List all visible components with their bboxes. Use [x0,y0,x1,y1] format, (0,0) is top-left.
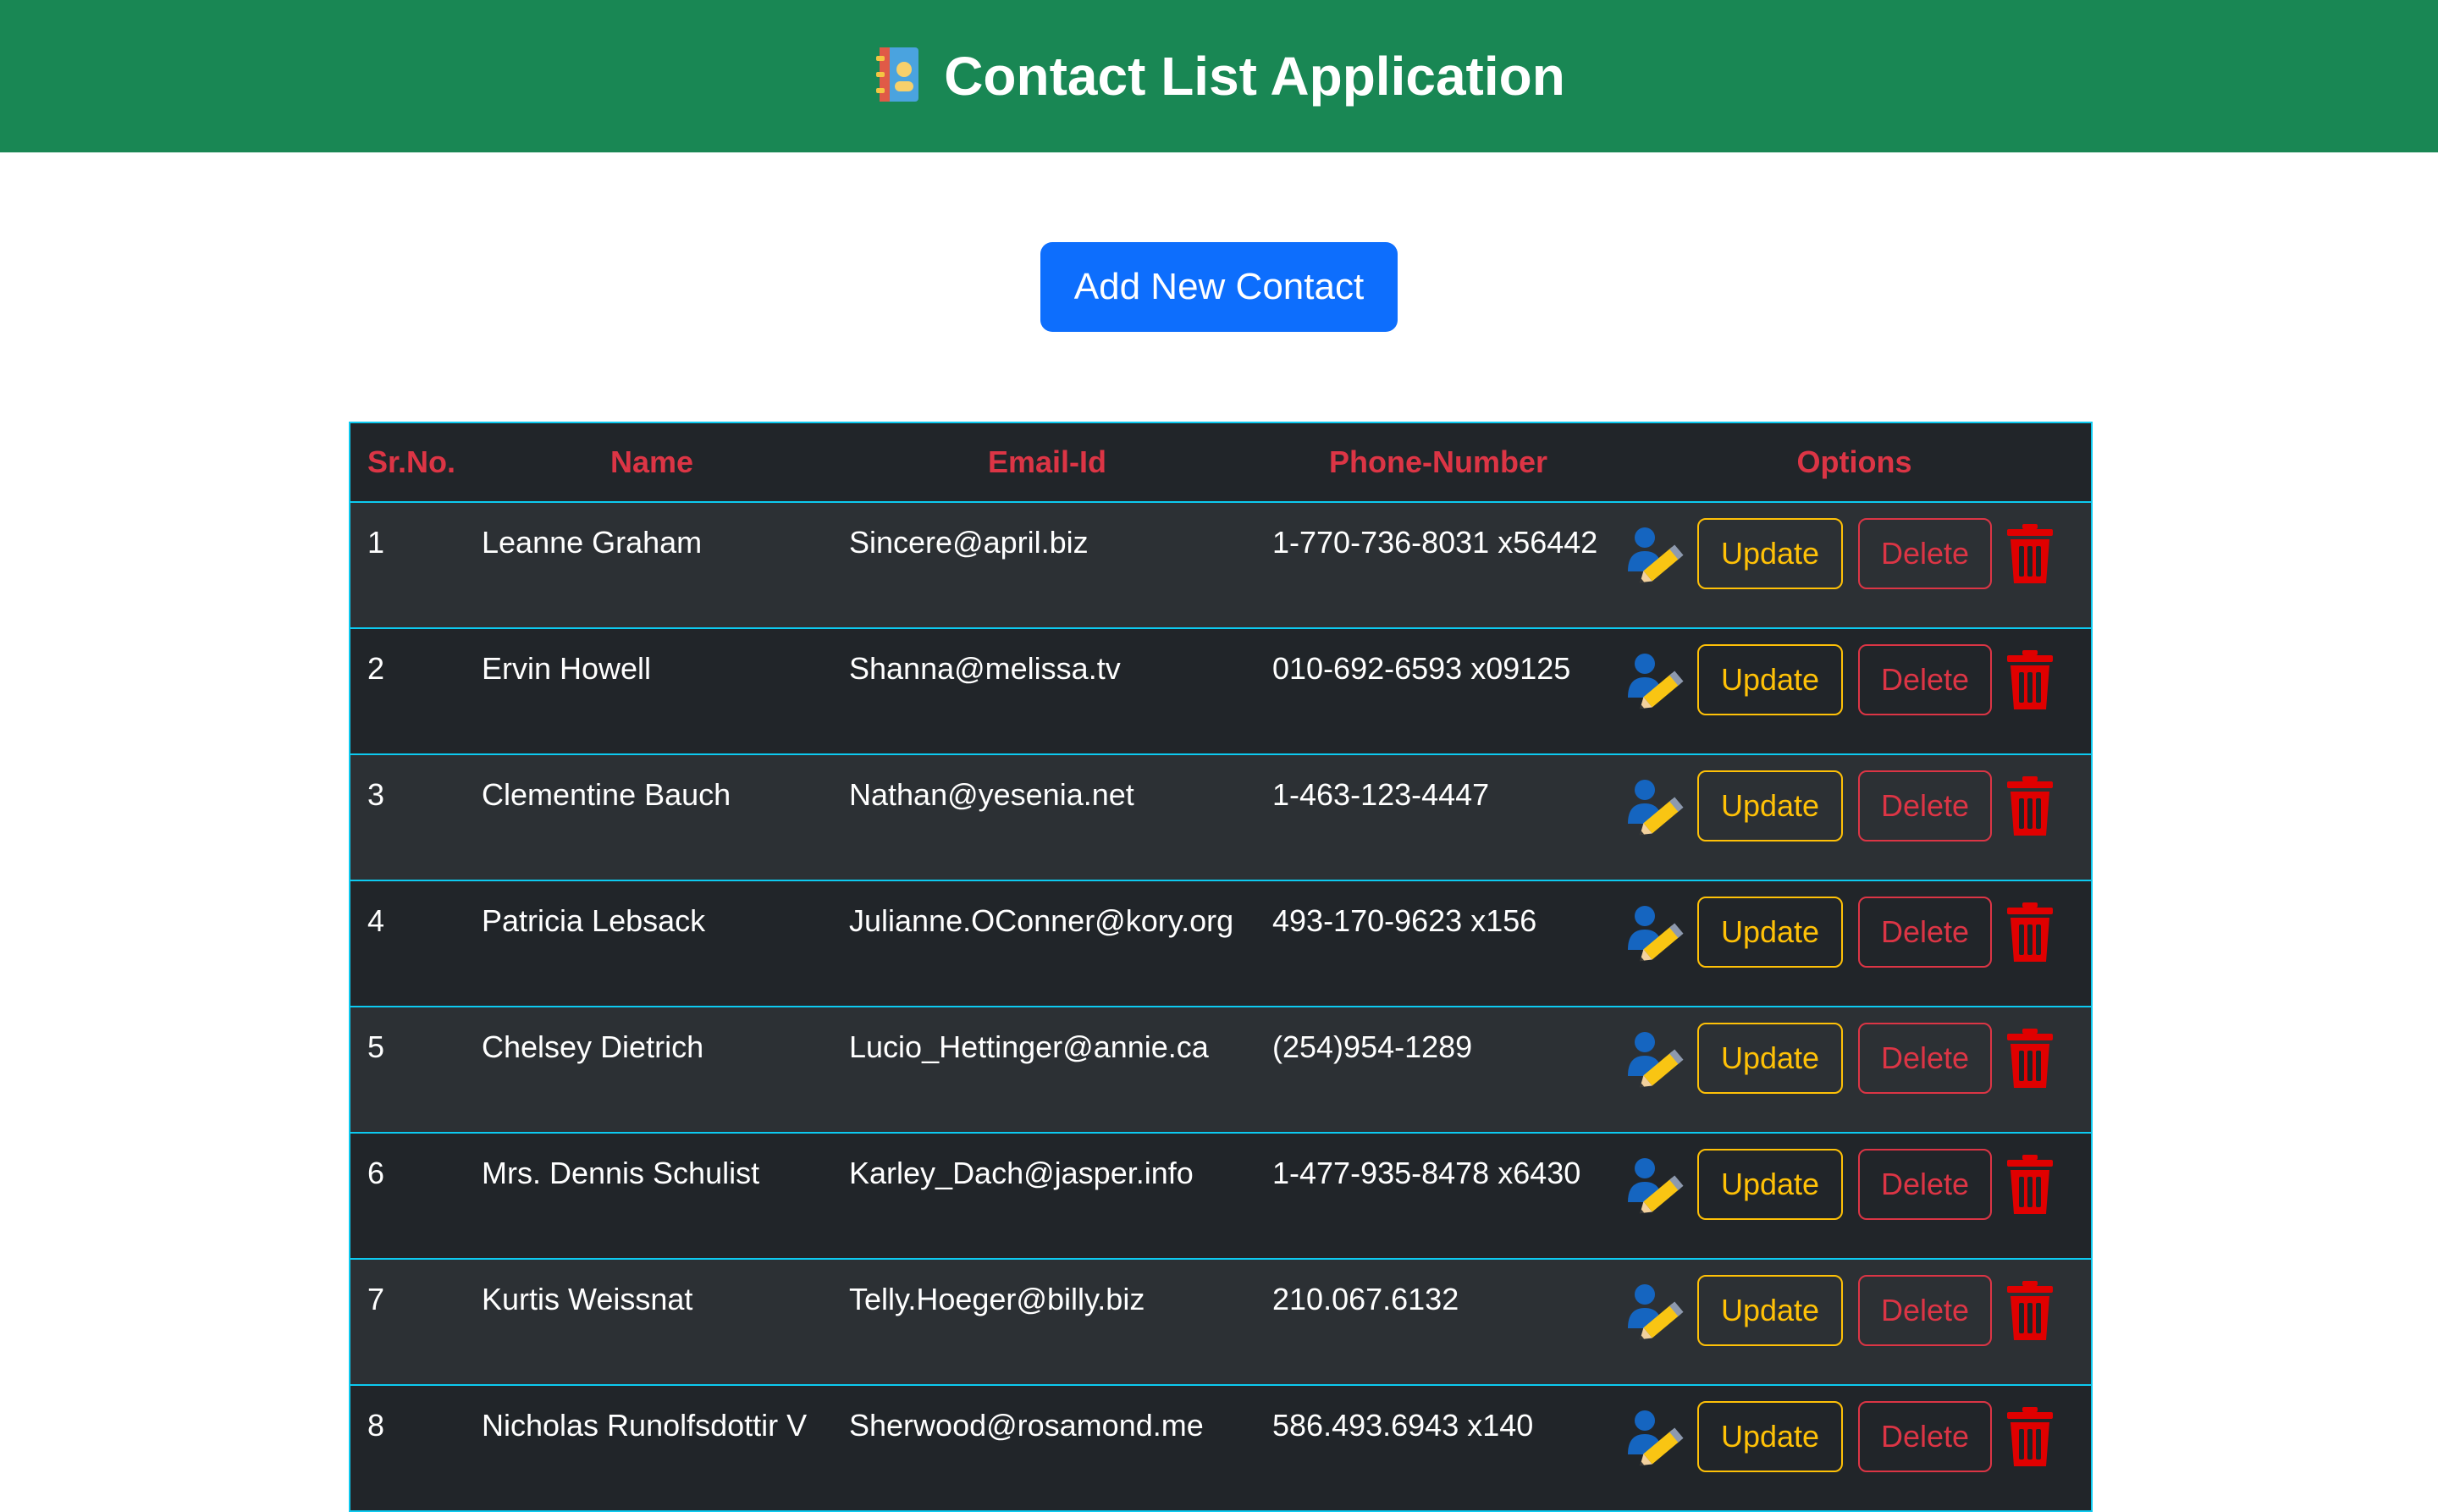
app-header: Contact List Application [0,0,2438,152]
cell-srno: 4 [350,880,468,1007]
delete-button[interactable]: Delete [1858,770,1992,842]
cell-name: Mrs. Dennis Schulist [468,1133,836,1260]
cell-name: Ervin Howell [468,628,836,755]
cell-email: Julianne.OConner@kory.org [836,880,1259,1007]
update-button[interactable]: Update [1697,644,1843,715]
update-button[interactable]: Update [1697,1275,1843,1346]
edit-user-icon[interactable] [1626,901,1685,963]
edit-user-icon[interactable] [1626,775,1685,837]
cell-phone: 1-770-736-8031 x56442 [1259,502,1618,629]
cell-srno: 1 [350,502,468,629]
cell-name: Leanne Graham [468,502,836,629]
table-row: 7 Kurtis Weissnat Telly.Hoeger@billy.biz 21… [350,1259,2092,1386]
delete-button[interactable]: Delete [1858,644,1992,715]
column-header-phone: Phone-Number [1259,422,1618,503]
delete-button[interactable]: Delete [1858,1275,1992,1346]
cell-name: Kurtis Weissnat [468,1259,836,1386]
cell-phone: 1-477-935-8478 x6430 [1259,1133,1618,1260]
contacts-table-container: Sr.No. Name Email-Id Phone-Number Option… [349,422,2093,1512]
delete-button[interactable]: Delete [1858,1023,1992,1094]
cell-phone: 1-463-123-4447 [1259,754,1618,881]
update-button[interactable]: Update [1697,1023,1843,1094]
delete-button[interactable]: Delete [1858,897,1992,968]
column-header-name: Name [468,422,836,503]
trash-icon[interactable] [2004,1405,2056,1468]
update-button[interactable]: Update [1697,518,1843,589]
cell-phone: 210.067.6132 [1259,1259,1618,1386]
cell-options: Update Delete [1618,1385,2092,1512]
cell-options: Update Delete [1618,1007,2092,1134]
delete-button[interactable]: Delete [1858,518,1992,589]
cell-srno: 5 [350,1007,468,1134]
cell-srno: 7 [350,1259,468,1386]
cell-options: Update Delete [1618,1133,2092,1260]
cell-email: Sincere@april.biz [836,502,1259,629]
trash-icon[interactable] [2004,1153,2056,1216]
cell-phone: 586.493.6943 x140 [1259,1385,1618,1512]
cell-srno: 6 [350,1133,468,1260]
table-row: 4 Patricia Lebsack Julianne.OConner@kory.o… [350,880,2092,1007]
edit-user-icon[interactable] [1626,1153,1685,1216]
cell-email: Nathan@yesenia.net [836,754,1259,881]
delete-button[interactable]: Delete [1858,1149,1992,1220]
column-header-srno: Sr.No. [350,422,468,503]
trash-icon[interactable] [2004,522,2056,585]
cell-srno: 8 [350,1385,468,1512]
cell-name: Clementine Bauch [468,754,836,881]
page-title: Contact List Application [944,46,1565,107]
table-row: 1 Leanne Graham Sincere@april.biz 1-770-736… [350,502,2092,629]
trash-icon[interactable] [2004,901,2056,963]
edit-user-icon[interactable] [1626,1405,1685,1468]
cell-options: Update Delete [1618,628,2092,755]
cell-phone: (254)954-1289 [1259,1007,1618,1134]
cell-email: Shanna@melissa.tv [836,628,1259,755]
edit-user-icon[interactable] [1626,1027,1685,1090]
cell-phone: 010-692-6593 x09125 [1259,628,1618,755]
trash-icon[interactable] [2004,1027,2056,1090]
edit-user-icon[interactable] [1626,648,1685,711]
update-button[interactable]: Update [1697,897,1843,968]
cell-email: Sherwood@rosamond.me [836,1385,1259,1512]
cell-options: Update Delete [1618,1259,2092,1386]
trash-icon[interactable] [2004,1279,2056,1342]
edit-user-icon[interactable] [1626,1279,1685,1342]
cell-email: Karley_Dach@jasper.info [836,1133,1259,1260]
update-button[interactable]: Update [1697,770,1843,842]
cell-email: Telly.Hoeger@billy.biz [836,1259,1259,1386]
column-header-email: Email-Id [836,422,1259,503]
address-book-icon [873,44,924,109]
cell-srno: 3 [350,754,468,881]
contacts-table: Sr.No. Name Email-Id Phone-Number Option… [349,422,2093,1512]
cell-name: Nicholas Runolfsdottir V [468,1385,836,1512]
cell-options: Update Delete [1618,502,2092,629]
cell-phone: 493-170-9623 x156 [1259,880,1618,1007]
update-button[interactable]: Update [1697,1401,1843,1472]
cell-name: Chelsey Dietrich [468,1007,836,1134]
table-row: 6 Mrs. Dennis Schulist Karley_Dach@jasper.… [350,1133,2092,1260]
cell-srno: 2 [350,628,468,755]
delete-button[interactable]: Delete [1858,1401,1992,1472]
trash-icon[interactable] [2004,775,2056,837]
column-header-options: Options [1618,422,2092,503]
cell-options: Update Delete [1618,754,2092,881]
table-row: 3 Clementine Bauch Nathan@yesenia.net 1-463… [350,754,2092,881]
cell-name: Patricia Lebsack [468,880,836,1007]
add-new-contact-button[interactable]: Add New Contact [1040,242,1398,332]
trash-icon[interactable] [2004,648,2056,711]
update-button[interactable]: Update [1697,1149,1843,1220]
table-row: 2 Ervin Howell Shanna@melissa.tv 010-692-65… [350,628,2092,755]
table-row: 5 Chelsey Dietrich Lucio_Hettinger@annie.c… [350,1007,2092,1134]
table-row: 8 Nicholas Runolfsdottir V Sherwood@rosamo… [350,1385,2092,1512]
edit-user-icon[interactable] [1626,522,1685,585]
table-header-row: Sr.No. Name Email-Id Phone-Number Option… [350,422,2092,503]
cell-options: Update Delete [1618,880,2092,1007]
cell-email: Lucio_Hettinger@annie.ca [836,1007,1259,1134]
